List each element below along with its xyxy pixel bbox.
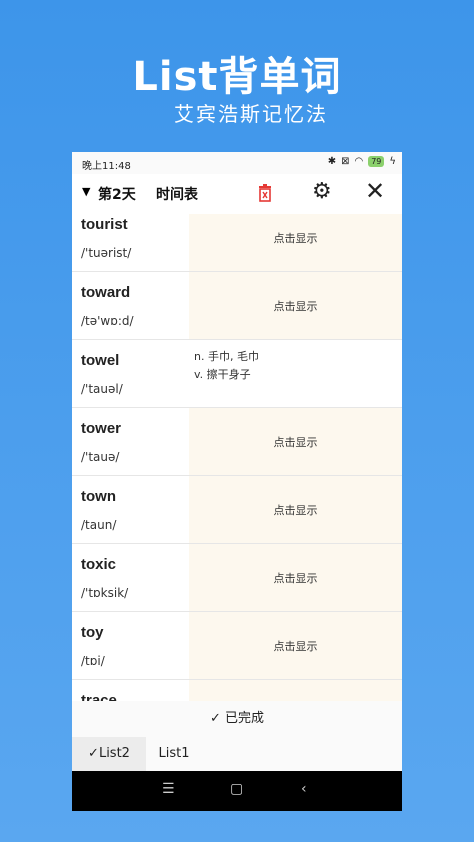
- word-list: tourist/'tuərist/点击显示 toward/tə'wɒ:d/点击显示…: [72, 214, 402, 701]
- promo-title: List背单词: [132, 54, 342, 100]
- check-icon: ✓: [88, 746, 99, 761]
- word-text: toward: [81, 284, 131, 301]
- phonetic-text: /'tauəl/: [81, 382, 123, 396]
- phone-screen: 晚上11:48 ✱ ⊠ ◠ 79 ϟ ▼ 第2天 时间表 ⚙ ✕ tourist…: [72, 152, 402, 811]
- word-text: towel: [81, 352, 120, 369]
- close-icon[interactable]: ✕: [365, 178, 385, 204]
- reveal-button[interactable]: 点击显示: [189, 612, 402, 679]
- word-text: town: [81, 488, 116, 505]
- tab-label: List2: [98, 746, 130, 761]
- back-icon[interactable]: ‹: [301, 781, 307, 797]
- list-title: 时间表: [156, 187, 198, 203]
- charging-icon: ϟ: [389, 156, 396, 167]
- system-nav-bar: ☰ ▢ ‹: [72, 771, 402, 811]
- tab-list1[interactable]: List1: [146, 737, 202, 771]
- day-selector[interactable]: 第2天: [98, 184, 136, 204]
- phonetic-text: /'tɒksik/: [81, 586, 129, 600]
- word-text: tourist: [81, 216, 128, 233]
- phonetic-text: /'tauə/: [81, 450, 120, 464]
- gear-icon[interactable]: ⚙: [312, 180, 332, 204]
- tab-list2[interactable]: ✓List2: [72, 737, 146, 771]
- promo-subtitle: 艾宾浩斯记忆法: [174, 102, 328, 126]
- wifi-icon: ◠: [354, 156, 364, 167]
- list-item[interactable]: town/taun/点击显示: [72, 476, 402, 544]
- check-icon: ✓: [209, 711, 221, 726]
- reveal-button[interactable]: 点击显示: [189, 544, 402, 611]
- reveal-button[interactable]: 点击显示: [189, 408, 402, 475]
- list-item[interactable]: tower /'tauə/点击显示: [72, 408, 402, 476]
- reveal-button[interactable]: 点击显示: [189, 272, 402, 339]
- list-item[interactable]: toxic /'tɒksik/点击显示: [72, 544, 402, 612]
- word-text: toxic: [81, 556, 117, 573]
- list-item[interactable]: tourist /'tuərist/点击显示: [72, 214, 402, 272]
- bluetooth-icon: ✱: [327, 156, 337, 167]
- toolbar: ▼ 第2天 时间表 ⚙ ✕: [72, 174, 402, 214]
- phonetic-text: /'tuərist/: [81, 246, 132, 260]
- reveal-button[interactable]: 点击显示: [189, 476, 402, 543]
- menu-icon[interactable]: ☰: [162, 781, 175, 797]
- battery-icon: 79: [368, 156, 385, 167]
- list-item[interactable]: trace 点击显示: [72, 680, 402, 701]
- word-text: toy: [81, 624, 104, 641]
- reveal-button[interactable]: 点击显示: [189, 214, 402, 271]
- word-text: trace: [81, 692, 117, 701]
- list-item[interactable]: toward/tə'wɒ:d/点击显示: [72, 272, 402, 340]
- caret-down-icon[interactable]: ▼: [82, 185, 90, 198]
- sim-icon: ⊠: [341, 156, 350, 167]
- status-icons: ✱ ⊠ ◠ 79 ϟ: [328, 156, 396, 167]
- word-text: tower: [81, 420, 122, 437]
- list-item[interactable]: towel /'tauəl/n. 手巾, 毛巾 v. 擦干身子: [72, 340, 402, 408]
- phonetic-text: /taun/: [81, 518, 117, 532]
- done-button[interactable]: ✓ 已完成: [72, 701, 402, 737]
- status-time: 晚上11:48: [82, 161, 131, 172]
- reveal-button[interactable]: 点击显示: [189, 680, 402, 701]
- meaning-text: n. 手巾, 毛巾 v. 擦干身子: [194, 348, 259, 384]
- status-bar: 晚上11:48 ✱ ⊠ ◠ 79 ϟ: [72, 152, 402, 174]
- meaning-line: n. 手巾, 毛巾: [194, 350, 259, 363]
- list-item[interactable]: toy/tɒi/点击显示: [72, 612, 402, 680]
- done-label: 已完成: [225, 711, 265, 726]
- phonetic-text: /tɒi/: [81, 654, 105, 668]
- delete-icon[interactable]: [258, 184, 272, 202]
- phonetic-text: /tə'wɒ:d/: [81, 314, 134, 328]
- home-icon[interactable]: ▢: [230, 781, 243, 797]
- tab-label: List1: [158, 746, 190, 761]
- meaning-line: v. 擦干身子: [194, 368, 251, 381]
- list-tabs: ✓List2 List1: [72, 737, 402, 771]
